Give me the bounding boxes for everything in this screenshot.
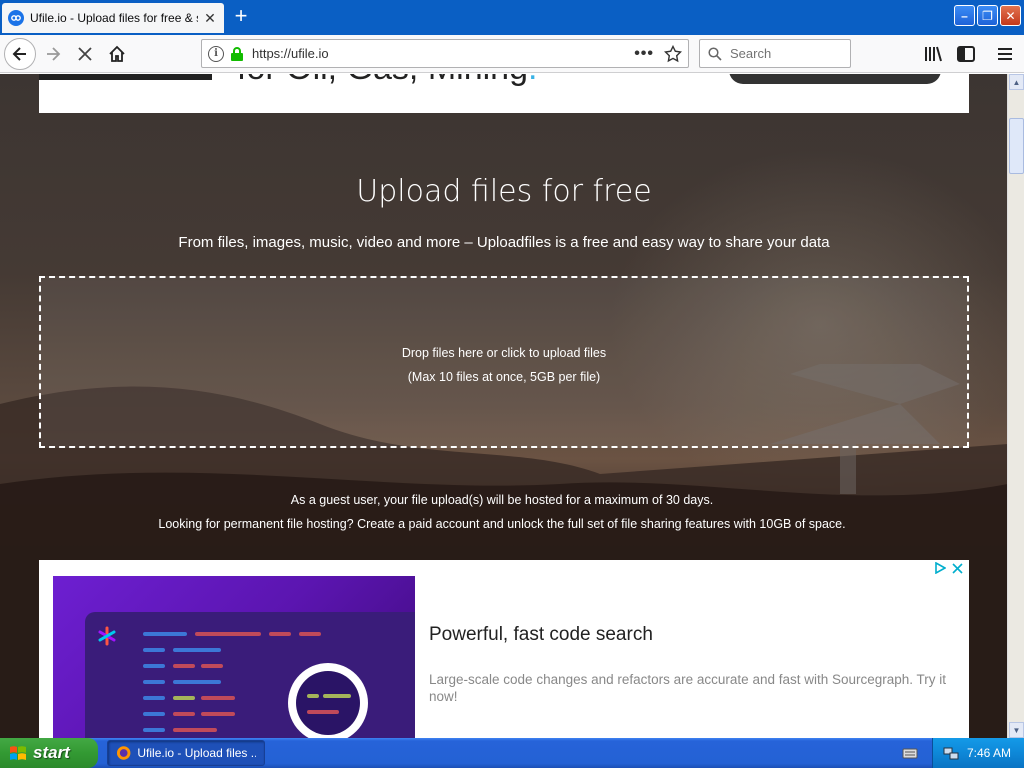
ad-title[interactable]: Powerful, fast code search (429, 624, 653, 646)
tab-ufile[interactable]: Ufile.io - Upload files for free & sh ✕ (2, 3, 224, 33)
start-button[interactable]: start (0, 738, 98, 768)
home-icon (109, 45, 125, 62)
tab-strip: Ufile.io - Upload files for free & sh ✕ … (0, 0, 1024, 35)
search-placeholder: Search (730, 46, 772, 61)
window-controls: – ❐ ✕ (954, 5, 1021, 26)
windows-taskbar: start Ufile.io - Upload files ... 7:46 A… (0, 738, 1024, 768)
scroll-up-arrow-icon[interactable]: ▲ (1009, 74, 1024, 90)
upload-dropzone[interactable]: Drop files here or click to upload files… (39, 276, 969, 448)
lock-icon (231, 46, 243, 61)
address-bar[interactable]: i https://ufile.io ••• (201, 39, 689, 68)
library-icon[interactable] (922, 43, 944, 65)
banner-ad-text: for Oil, Gas, Mining. (237, 74, 537, 88)
guest-hosting-notice: As a guest user, your file upload(s) wil… (290, 493, 714, 507)
taskbar-item-label: Ufile.io - Upload files ... (137, 746, 256, 760)
ad-description: Large-scale code changes and refactors a… (429, 672, 947, 704)
windows-logo-icon (10, 746, 26, 760)
page-title: Upload files for free (356, 174, 652, 209)
tab-title: Ufile.io - Upload files for free & sh (30, 11, 198, 25)
sourcegraph-ad[interactable]: Powerful, fast code search Large-scale c… (39, 560, 969, 738)
system-tray: 7:46 AM (932, 738, 1024, 768)
url-text[interactable]: https://ufile.io (252, 46, 634, 61)
dropzone-instruction: Drop files here or click to upload files (401, 346, 607, 360)
ad-choices[interactable] (934, 562, 963, 574)
minimize-button[interactable]: – (954, 5, 975, 26)
ad-image (53, 576, 415, 738)
search-bar[interactable]: Search (699, 39, 851, 68)
clock[interactable]: 7:46 AM (967, 746, 1011, 760)
dropzone-limits: (Max 10 files at once, 5GB per file) (407, 370, 601, 384)
network-icon[interactable] (943, 745, 959, 761)
ad-close-icon[interactable] (952, 562, 963, 574)
forward-arrow-icon (47, 47, 61, 61)
page-subtitle: From files, images, music, video and mor… (178, 234, 830, 251)
code-editor-illustration (85, 612, 415, 738)
start-label: start (33, 743, 70, 762)
page-actions-icon[interactable]: ••• (634, 45, 654, 63)
firefox-icon (116, 746, 131, 760)
magnifier-icon (288, 663, 368, 738)
banner-device-image (729, 74, 941, 84)
ufile-favicon-icon (8, 10, 24, 26)
scrollbar-thumb[interactable] (1009, 118, 1024, 174)
window-close-button[interactable]: ✕ (1000, 5, 1021, 26)
forward-button[interactable] (42, 43, 64, 65)
sidebar-toggle-icon[interactable] (955, 43, 977, 65)
scroll-down-arrow-icon[interactable]: ▼ (1009, 722, 1024, 738)
navigation-toolbar: i https://ufile.io ••• Search (0, 35, 1024, 73)
sourcegraph-logo-icon (98, 626, 116, 646)
page-scrollbar[interactable]: ▲ ▼ (1007, 74, 1024, 738)
new-tab-button[interactable]: + (229, 5, 253, 29)
bookmark-star-icon[interactable] (664, 44, 682, 63)
hamburger-menu-icon[interactable] (994, 43, 1016, 65)
top-banner-ad[interactable]: for Oil, Gas, Mining. (39, 74, 969, 113)
restore-button[interactable]: ❐ (977, 5, 998, 26)
stop-x-icon (78, 47, 92, 61)
taskbar-item-firefox[interactable]: Ufile.io - Upload files ... (107, 740, 265, 766)
search-icon (708, 46, 722, 61)
tab-close-icon[interactable]: ✕ (202, 10, 218, 26)
site-info-icon[interactable]: i (208, 45, 224, 62)
keyboard-icon[interactable] (902, 745, 918, 761)
paid-account-promo: Looking for permanent file hosting? Crea… (158, 517, 846, 531)
stop-button[interactable] (74, 43, 96, 65)
banner-dark-strip (39, 74, 212, 80)
adchoices-icon[interactable] (934, 562, 946, 574)
page-content: for Oil, Gas, Mining. Upload files for f… (0, 74, 1008, 738)
home-button[interactable] (106, 43, 128, 65)
back-button[interactable] (4, 38, 36, 70)
back-arrow-icon (12, 47, 26, 61)
